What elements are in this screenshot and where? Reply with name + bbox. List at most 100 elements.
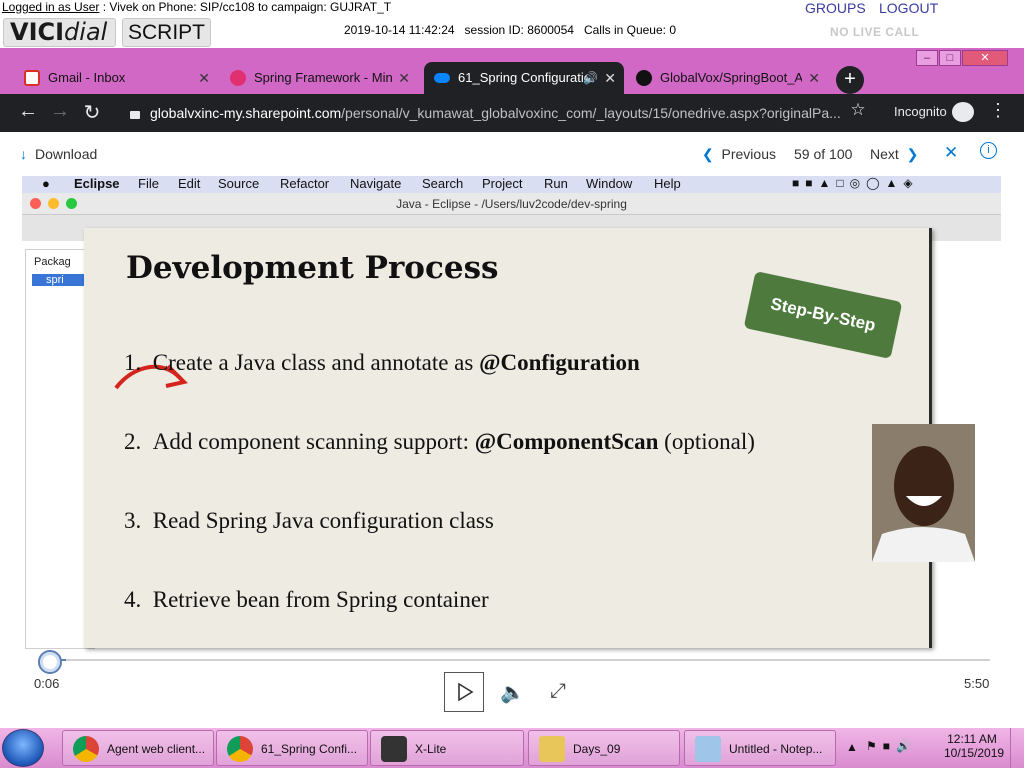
chevron-right-icon: ❯	[906, 146, 919, 162]
show-hidden-icons-icon[interactable]: ▲	[846, 740, 858, 754]
menu-eclipse: Eclipse	[74, 176, 120, 191]
onedrive-icon	[434, 73, 450, 83]
progress-track[interactable]	[50, 659, 990, 661]
tab-label: GlobalVox/SpringBoot_An	[660, 70, 802, 85]
close-icon[interactable]: ✕	[808, 62, 820, 94]
tab-onedrive-active[interactable]: 61_Spring Configuratio 🔊 ✕	[424, 62, 624, 94]
bookmark-star-icon[interactable]: ☆	[846, 100, 870, 120]
close-viewer-icon[interactable]: ✕	[944, 143, 958, 163]
address-bar-row: ← → ↻ globalvxinc-my.sharepoint.com/pers…	[0, 94, 1024, 132]
step-item: 4. Retrieve bean from Spring container	[124, 587, 489, 613]
incognito-label: Incognito	[894, 104, 947, 119]
tab-mindmeister[interactable]: Spring Framework - MindM ✕	[220, 62, 418, 94]
close-window-icon[interactable]: ✕	[962, 50, 1008, 66]
logout-link[interactable]: LOGOUT	[879, 0, 938, 16]
menu-help: Help	[654, 176, 681, 191]
more-menu-icon[interactable]: ⋮	[986, 100, 1010, 121]
mac-menu-bar: ● Eclipse File Edit Source Refactor Navi…	[22, 176, 1001, 193]
tree-selected-item: spri	[32, 274, 92, 286]
chevron-left-icon: ❮	[702, 146, 714, 162]
url-host: globalvxinc-my.sharepoint.com	[150, 105, 342, 121]
download-button[interactable]: ↓ Download	[20, 146, 97, 162]
script-tab[interactable]: SCRIPT	[122, 18, 211, 47]
mac-close-icon	[30, 198, 41, 209]
taskbar-item[interactable]: 61_Spring Confi...	[216, 730, 368, 766]
speaker-icon[interactable]: 🔊	[583, 62, 598, 94]
menu-search: Search	[422, 176, 464, 191]
taskbar-item[interactable]: X-Lite	[370, 730, 524, 766]
github-icon	[636, 70, 652, 86]
taskbar-item[interactable]: Days_09	[528, 730, 680, 766]
url-path: /personal/v_kumawat_globalvoxinc_com/_la…	[341, 105, 841, 121]
tab-github[interactable]: GlobalVox/SpringBoot_An ✕	[626, 62, 828, 94]
clock[interactable]: 12:11 AM 10/15/2019	[944, 732, 1004, 760]
groups-link[interactable]: GROUPS	[805, 0, 866, 16]
menu-project: Project	[482, 176, 523, 191]
mac-zoom-icon	[66, 198, 77, 209]
vicidial-logo: VICIdial	[3, 18, 116, 47]
tray-status-icons[interactable]: ⚑■🔊	[866, 739, 917, 753]
step-by-step-stamp: Step-By-Step	[743, 271, 903, 359]
volume-icon[interactable]: 🔈	[500, 680, 525, 705]
incognito-icon[interactable]	[952, 102, 974, 122]
show-desktop-button[interactable]	[1010, 728, 1024, 768]
total-time: 5:50	[964, 676, 990, 691]
fullscreen-icon[interactable]: ⤢	[550, 680, 566, 703]
step-number: 2.	[124, 429, 142, 454]
page-counter: 59 of 100	[794, 146, 853, 162]
mindmeister-icon	[230, 70, 246, 86]
taskbar-item-label: Days_09	[573, 742, 621, 756]
close-icon[interactable]: ✕	[198, 62, 210, 94]
xlite-icon	[381, 736, 407, 762]
tab-gmail[interactable]: Gmail - Inbox ✕	[14, 62, 218, 94]
notepad-icon	[695, 736, 721, 762]
url-field[interactable]: globalvxinc-my.sharepoint.com/personal/v…	[116, 98, 876, 128]
maximize-icon[interactable]: □	[939, 50, 961, 66]
previous-label: Previous	[721, 146, 776, 162]
apple-icon: ●	[42, 176, 50, 191]
step-item: 3. Read Spring Java configuration class	[124, 508, 494, 534]
menu-run: Run	[544, 176, 568, 191]
lock-icon	[130, 111, 140, 119]
menu-edit: Edit	[178, 176, 201, 191]
logged-in-label[interactable]: Logged in as User	[2, 0, 99, 14]
tab-label: 61_Spring Configuratio	[458, 70, 591, 85]
video-frame[interactable]: ● Eclipse File Edit Source Refactor Navi…	[22, 176, 1001, 656]
presenter-face-icon	[872, 424, 975, 562]
taskbar-item[interactable]: Agent web client...	[62, 730, 214, 766]
step-number: 1.	[124, 350, 142, 375]
next-button[interactable]: Next ❯	[870, 146, 918, 163]
new-tab-button[interactable]: +	[836, 66, 864, 94]
forward-icon[interactable]: →	[48, 100, 72, 123]
progress-knob[interactable]	[38, 650, 62, 674]
step-text: Read Spring Java configuration class	[152, 508, 494, 533]
menu-refactor: Refactor	[280, 176, 330, 191]
menu-window: Window	[586, 176, 633, 191]
info-icon[interactable]: i	[980, 142, 997, 159]
start-button[interactable]	[2, 729, 44, 767]
menu-navigate: Navigate	[350, 176, 402, 191]
step-item: 1. Create a Java class and annotate as @…	[124, 350, 640, 376]
menu-file: File	[138, 176, 159, 191]
close-icon[interactable]: ✕	[398, 62, 410, 94]
back-icon[interactable]: ←	[16, 100, 40, 123]
step-number: 3.	[124, 508, 142, 533]
play-button[interactable]	[444, 672, 484, 712]
minimize-icon[interactable]: –	[916, 50, 938, 66]
gmail-icon	[24, 70, 40, 86]
folder-icon	[539, 736, 565, 762]
logo-italic: dial	[64, 18, 108, 46]
close-icon[interactable]: ✕	[604, 62, 616, 94]
play-icon	[458, 682, 474, 702]
reload-icon[interactable]: ↻	[80, 100, 104, 125]
slide: Development Process Step-By-Step 1. Crea…	[84, 228, 932, 648]
menu-source: Source	[218, 176, 260, 191]
window-controls: – □ ✕	[916, 50, 1009, 68]
previous-button[interactable]: ❮ Previous	[702, 146, 776, 163]
chrome-icon	[73, 736, 99, 762]
slide-title: Development Process	[126, 250, 499, 286]
step-text: Create a Java class and annotate as	[152, 350, 480, 375]
vicidial-header: Logged in as User : Vivek on Phone: SIP/…	[0, 0, 1024, 48]
no-live-call-status: NO LIVE CALL	[830, 25, 920, 39]
taskbar-item[interactable]: Untitled - Notep...	[684, 730, 836, 766]
